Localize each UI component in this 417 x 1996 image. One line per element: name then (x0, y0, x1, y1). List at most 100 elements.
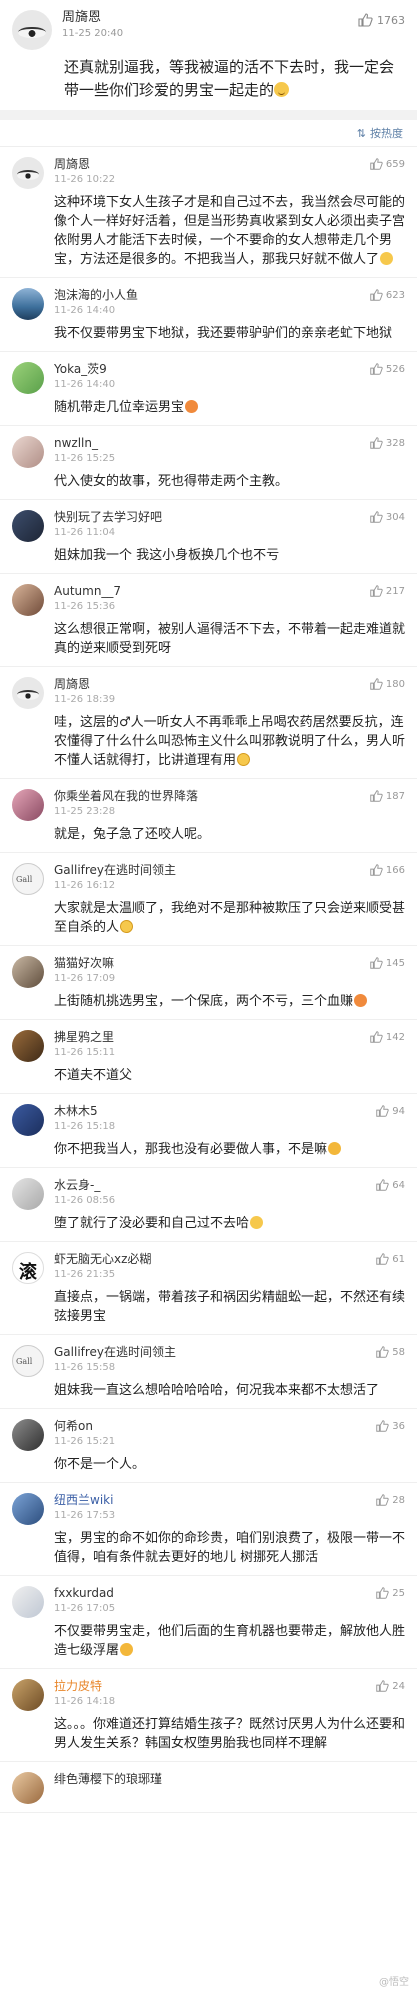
comment-meta: 周旖恩 11-26 18:39 (54, 677, 369, 705)
comment-body: 随机带走几位幸运男宝 (54, 400, 185, 415)
avatar[interactable] (12, 1586, 44, 1618)
like-button[interactable]: 623 (369, 288, 405, 302)
section-divider (0, 110, 417, 120)
emoji-icon (354, 994, 368, 1007)
comment-username[interactable]: 纽西兰wiki (54, 1493, 375, 1508)
like-button[interactable]: 166 (369, 863, 405, 877)
thumbs-up-icon (370, 363, 383, 375)
comment-body: 不道夫不道父 (54, 1068, 133, 1083)
avatar[interactable] (12, 789, 44, 821)
emoji-icon (380, 252, 394, 265)
comment-item: fxxkurdad 11-26 17:05 25 不仅要带男宝走，他们后面的生育机器也… (0, 1576, 417, 1669)
avatar[interactable] (12, 362, 44, 394)
comment-username[interactable]: 虾无脑无心xz必糊 (54, 1252, 375, 1267)
avatar[interactable] (12, 1679, 44, 1711)
like-button[interactable]: 304 (369, 510, 405, 524)
avatar[interactable] (12, 10, 52, 50)
avatar[interactable] (12, 677, 44, 709)
like-button[interactable]: 64 (375, 1178, 405, 1192)
comment-text: 大家就是太温顺了，我绝对不是那种被欺压了只会逆来顺受甚至自杀的人 (54, 899, 405, 937)
avatar[interactable] (12, 1419, 44, 1451)
comment-body: 大家就是太温顺了，我绝对不是那种被欺压了只会逆来顺受甚至自杀的人 (54, 901, 406, 935)
top-post-time: 11-25 20:40 (62, 28, 124, 39)
like-button[interactable]: 187 (369, 789, 405, 803)
comment-item: Autumn__7 11-26 15:36 217 这么想很正常啊，被别人逼得活不下去… (0, 574, 417, 667)
like-button[interactable]: 36 (375, 1419, 405, 1433)
avatar[interactable] (12, 1493, 44, 1525)
avatar[interactable] (12, 157, 44, 189)
comment-time: 11-26 14:40 (54, 379, 116, 390)
avatar[interactable] (12, 1030, 44, 1062)
comment-text: 不道夫不道父 (54, 1066, 405, 1085)
sort-bar[interactable]: ⇅ 按热度 (0, 120, 417, 147)
avatar[interactable] (12, 1178, 44, 1210)
avatar[interactable] (12, 1252, 44, 1284)
like-button[interactable]: 1763 (357, 12, 405, 28)
comment-username[interactable]: Autumn__7 (54, 584, 369, 599)
top-post-username[interactable]: 周旖恩 (62, 10, 357, 26)
top-post: 周旖恩 11-25 20:40 1763 还真就别逼我，等我被逼的活不下去时，我… (0, 0, 417, 110)
comment-username[interactable]: 你乘坐着风在我的世界降落 (54, 789, 369, 804)
like-button[interactable]: 142 (369, 1030, 405, 1044)
comment-time: 11-26 10:22 (54, 174, 116, 185)
comment-username[interactable]: 周旖恩 (54, 677, 369, 692)
like-count: 25 (392, 1587, 405, 1599)
comment-username[interactable]: Gallifrey在逃时间领主 (54, 1345, 375, 1360)
comment-username[interactable]: 拂星鸦之里 (54, 1030, 369, 1045)
like-button[interactable]: 58 (375, 1345, 405, 1359)
like-count: 64 (392, 1179, 405, 1191)
comment-username[interactable]: 泡沫海的小人鱼 (54, 288, 369, 303)
thumbs-up-icon (376, 1420, 389, 1432)
like-count: 304 (385, 511, 405, 523)
like-button[interactable]: 145 (369, 956, 405, 970)
avatar[interactable] (12, 584, 44, 616)
comment-text: 这么想很正常啊，被别人逼得活不下去，不带着一起走难道就真的逆来顺受到死呀 (54, 620, 405, 658)
like-button[interactable]: 328 (369, 436, 405, 450)
comment-item: 水云身-_ 11-26 08:56 64 堕了就行了没必要和自己过不去哈 (0, 1168, 417, 1242)
comment-time: 11-26 11:04 (54, 527, 116, 538)
comment-username[interactable]: 水云身-_ (54, 1178, 375, 1193)
comment-username[interactable]: Yoka_茨9 (54, 362, 369, 377)
like-button[interactable]: 24 (375, 1679, 405, 1693)
comment-username[interactable]: 何希on (54, 1419, 375, 1434)
thumbs-up-icon (370, 511, 383, 523)
like-button[interactable]: 25 (375, 1586, 405, 1600)
comment-header: Autumn__7 11-26 15:36 217 (12, 584, 405, 616)
comment-username[interactable]: 拉力皮特 (54, 1679, 375, 1694)
like-button[interactable]: 217 (369, 584, 405, 598)
like-button[interactable]: 28 (375, 1493, 405, 1507)
comment-body: 这种环境下女人生孩子才是和自己过不去，我当然会尽可能的像个人一样好好活着，但是当… (54, 195, 406, 267)
comment-username[interactable]: 绯色薄樱下的琅琊瑾 (54, 1772, 405, 1787)
thumbs-up-icon (370, 158, 383, 170)
like-count: 28 (392, 1494, 405, 1506)
comment-body: 堕了就行了没必要和自己过不去哈 (54, 1216, 250, 1231)
comment-meta: Gallifrey在逃时间领主 11-26 16:12 (54, 863, 369, 891)
comment-header: 泡沫海的小人鱼 11-26 14:40 623 (12, 288, 405, 320)
like-button[interactable]: 659 (369, 157, 405, 171)
comment-body: 宝，男宝的命不如你的命珍贵，咱们别浪费了，极限一带一不值得，咱有条件就去更好的地… (54, 1531, 406, 1565)
comment-item: 泡沫海的小人鱼 11-26 14:40 623 我不仅要带男宝下地狱，我还要带驴驴们的… (0, 278, 417, 352)
avatar[interactable] (12, 956, 44, 988)
comment-username[interactable]: 周旖恩 (54, 157, 369, 172)
comment-header: Gallifrey在逃时间领主 11-26 15:58 58 (12, 1345, 405, 1377)
avatar[interactable] (12, 288, 44, 320)
comment-username[interactable]: Gallifrey在逃时间领主 (54, 863, 369, 878)
like-button[interactable]: 94 (375, 1104, 405, 1118)
comment-username[interactable]: fxxkurdad (54, 1586, 375, 1601)
comment-username[interactable]: nwzlln_ (54, 436, 369, 451)
like-button[interactable]: 526 (369, 362, 405, 376)
avatar[interactable] (12, 1345, 44, 1377)
avatar[interactable] (12, 1772, 44, 1804)
comment-meta: 拉力皮特 11-26 14:18 (54, 1679, 375, 1707)
avatar[interactable] (12, 510, 44, 542)
avatar[interactable] (12, 1104, 44, 1136)
comment-username[interactable]: 快别玩了去学习好吧 (54, 510, 369, 525)
avatar[interactable] (12, 436, 44, 468)
like-button[interactable]: 180 (369, 677, 405, 691)
comment-username[interactable]: 木林木5 (54, 1104, 375, 1119)
comment-text: 这。。。你难道还打算结婚生孩子？既然讨厌男人为什么还要和男人发生关系？韩国女权堕… (54, 1715, 405, 1753)
comment-username[interactable]: 猫猫好次嘛 (54, 956, 369, 971)
like-button[interactable]: 61 (375, 1252, 405, 1266)
comment-header: 猫猫好次嘛 11-26 17:09 145 (12, 956, 405, 988)
avatar[interactable] (12, 863, 44, 895)
